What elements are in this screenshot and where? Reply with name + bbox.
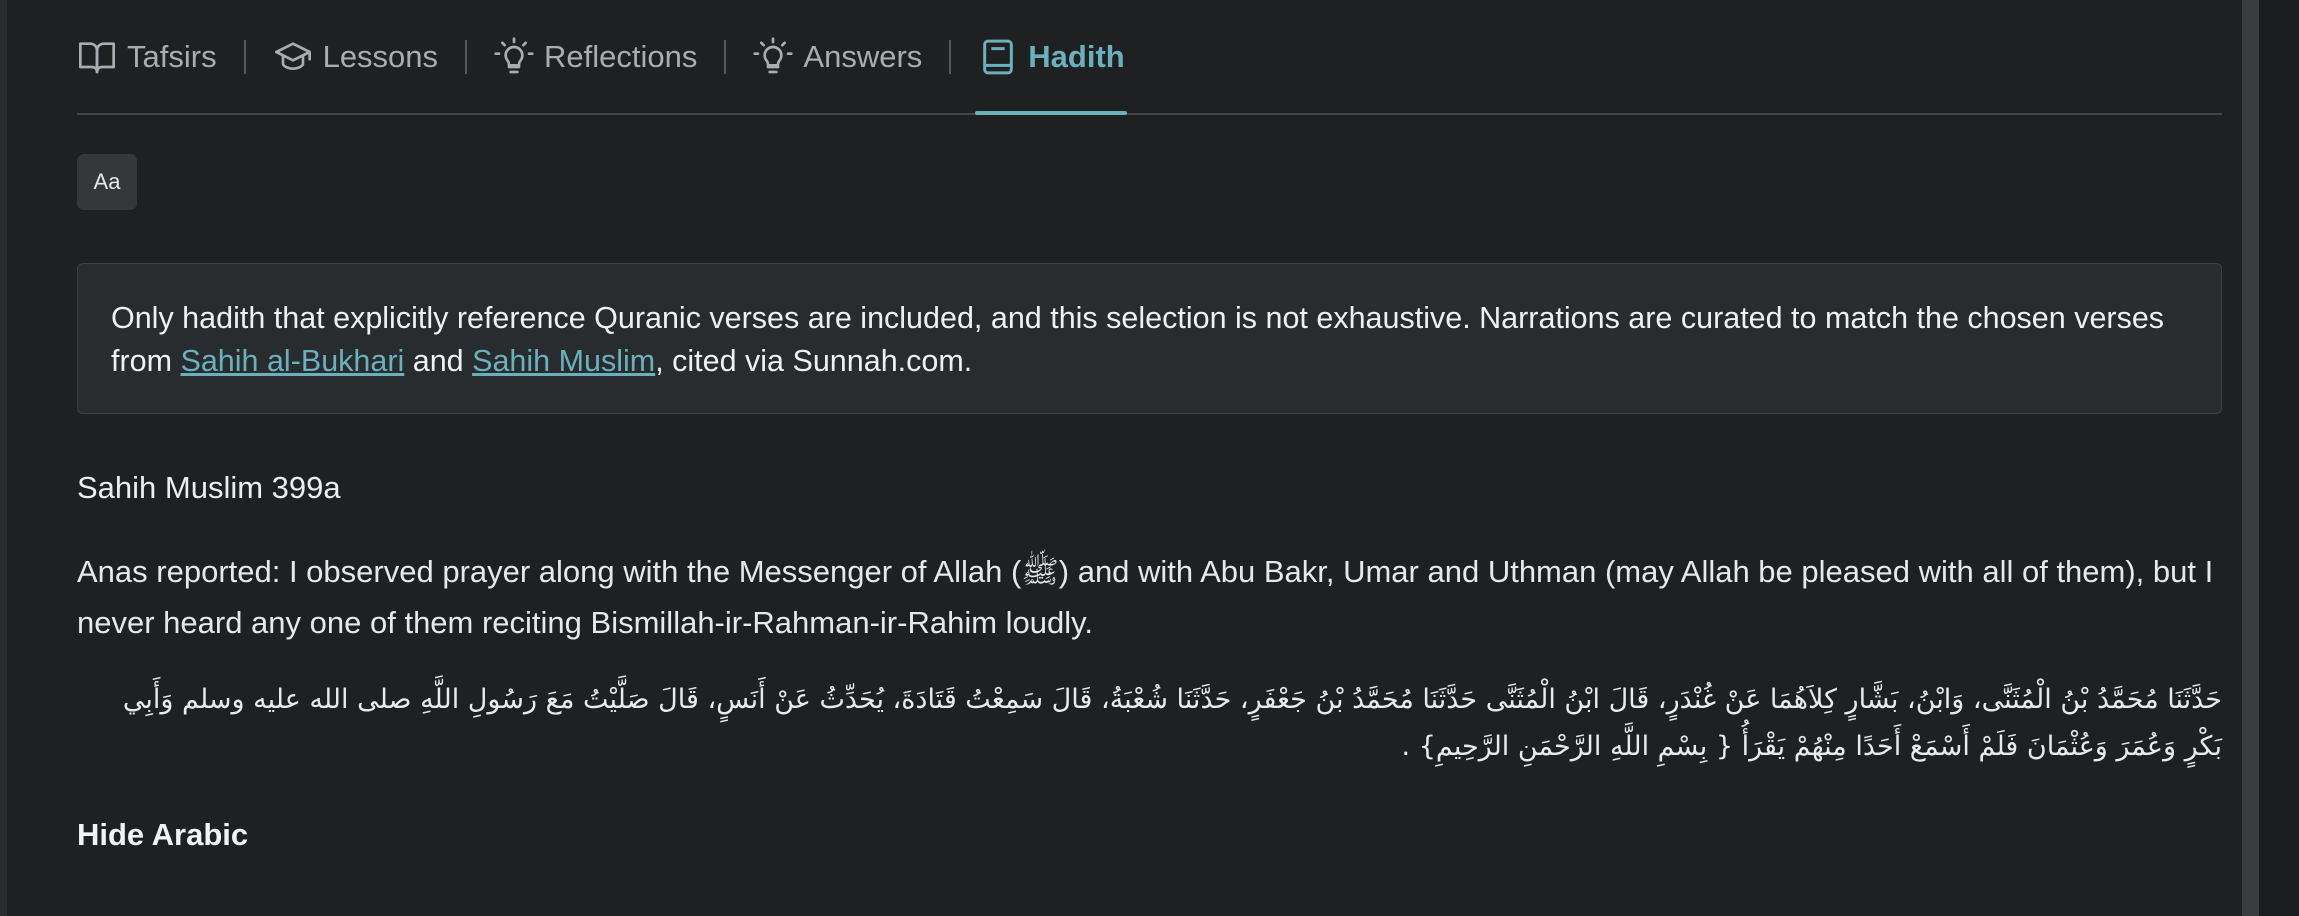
tab-label: Tafsirs (127, 38, 217, 74)
sahih-muslim-link[interactable]: Sahih Muslim (472, 344, 655, 378)
tab-divider (724, 39, 727, 74)
book-open-icon (77, 37, 117, 77)
hadith-english-text: Anas reported: I observed prayer along w… (77, 554, 2214, 640)
tab-reflections[interactable]: Reflections (494, 12, 697, 102)
tab-label: Answers (803, 38, 923, 74)
notice-text: and (404, 344, 473, 378)
scrollbar-thumb[interactable] (2242, 0, 2259, 916)
notice-text: , cited via Sunnah.com. (655, 344, 973, 378)
sahih-bukhari-link[interactable]: Sahih al-Bukhari (180, 344, 404, 378)
tab-label: Hadith (1028, 38, 1125, 74)
tab-divider (243, 39, 246, 74)
tab-hadith[interactable]: Hadith (975, 12, 1128, 115)
disclaimer-notice: Only hadith that explicitly reference Qu… (77, 263, 2222, 414)
book-icon (978, 37, 1018, 77)
tab-bar: Tafsirs Lessons Reflections Answers Hadi… (77, 0, 2222, 115)
tab-divider (949, 39, 952, 74)
hadith-arabic-text: حَدَّثَنَا مُحَمَّدُ بْنُ الْمُثَنَّى، و… (122, 684, 2222, 762)
lightbulb-icon (753, 36, 794, 77)
lightbulb-icon (494, 36, 534, 77)
hide-arabic-toggle[interactable]: Hide Arabic (77, 817, 248, 853)
left-edge (0, 0, 7, 916)
tab-label: Reflections (544, 38, 698, 74)
tab-divider (465, 39, 468, 74)
tab-lessons[interactable]: Lessons (273, 12, 438, 102)
page-edge (2259, 0, 2299, 916)
font-size-button[interactable]: Aa (77, 154, 137, 210)
tab-label: Lessons (322, 38, 439, 74)
graduation-cap-icon (273, 37, 313, 77)
tab-answers[interactable]: Answers (753, 12, 922, 102)
hadith-title: Sahih Muslim 399a (77, 470, 341, 505)
tab-tafsirs[interactable]: Tafsirs (77, 12, 217, 102)
